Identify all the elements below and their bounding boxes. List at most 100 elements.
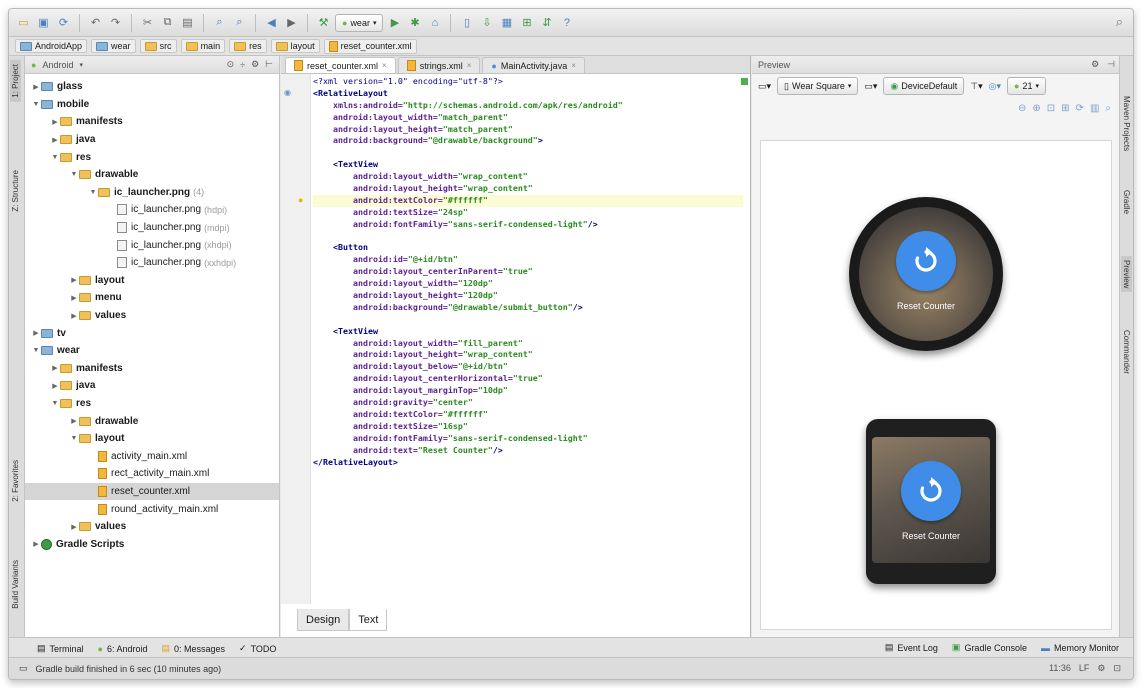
back-icon[interactable]: ◀ <box>263 14 280 31</box>
caret-position[interactable]: 11:36 <box>1049 663 1071 674</box>
close-icon[interactable]: × <box>571 61 576 70</box>
tree-item[interactable]: ▶ java <box>25 377 279 395</box>
encoding-icon[interactable]: ⚙ <box>1097 663 1105 674</box>
gradle-console-tool-button[interactable]: ▣ Gradle Console <box>952 642 1027 653</box>
tree-item[interactable]: activity_main.xml <box>25 447 279 465</box>
editor-tab[interactable]: reset_counter.xml × <box>285 57 396 73</box>
maven-projects-tool-tab[interactable]: Maven Projects <box>1121 92 1132 155</box>
avd-manager-icon[interactable]: ▯ <box>458 14 475 31</box>
expand-arrow-icon[interactable]: ▼ <box>50 154 60 161</box>
undo-icon[interactable]: ↶ <box>87 14 104 31</box>
build-variants-tool-tab[interactable]: Build Variants <box>10 556 21 613</box>
tree-item[interactable]: ▼ res <box>25 148 279 166</box>
forward-icon[interactable]: ▶ <box>283 14 300 31</box>
memory-monitor-tool-button[interactable]: ▬ Memory Monitor <box>1041 642 1119 653</box>
open-folder-icon[interactable]: ▭ <box>15 14 32 31</box>
project-structure-icon[interactable]: ▦ <box>498 14 515 31</box>
expand-arrow-icon[interactable]: ▼ <box>88 189 98 196</box>
tree-item[interactable]: ▼ drawable <box>25 166 279 184</box>
sync-scroll-icon[interactable]: ⊙ <box>227 59 235 70</box>
sdk-manager-icon[interactable]: ⇩ <box>478 14 495 31</box>
search-everywhere-icon[interactable]: ⌕ <box>1116 14 1123 30</box>
structure-tool-tab[interactable]: Z: Structure <box>10 166 21 216</box>
expand-arrow-icon[interactable]: ▼ <box>31 101 41 108</box>
breadcrumb-item[interactable]: layout <box>270 39 320 53</box>
tree-item[interactable]: ▼ res <box>25 395 279 413</box>
activity-icon[interactable]: ⊤▾ <box>970 81 982 92</box>
tree-item[interactable]: ▶ Gradle Scripts <box>25 535 279 553</box>
tree-item[interactable]: ic_launcher.png (xxhdpi) <box>25 254 279 272</box>
refresh-icon[interactable]: ⟳ <box>1076 103 1084 114</box>
tree-item[interactable]: reset_counter.xml <box>25 482 279 501</box>
close-icon[interactable]: × <box>382 61 387 70</box>
breadcrumb-item[interactable]: main <box>180 39 226 53</box>
tree-item[interactable]: ▼ ic_launcher.png (4) <box>25 184 279 202</box>
collapse-arrow-icon[interactable]: ▶ <box>31 83 41 91</box>
tree-item[interactable]: ▶ values <box>25 518 279 536</box>
gradle-tool-tab[interactable]: Gradle <box>1121 186 1132 218</box>
settings-icon[interactable]: ⚙ <box>1091 59 1099 70</box>
redo-icon[interactable]: ↷ <box>107 14 124 31</box>
debug-icon[interactable]: ✱ <box>406 14 423 31</box>
tree-item[interactable]: ▼ wear <box>25 342 279 360</box>
collapse-arrow-icon[interactable]: ▶ <box>69 523 79 531</box>
breadcrumb-item[interactable]: wear <box>91 39 136 53</box>
preview-tool-tab[interactable]: Preview <box>1121 256 1132 293</box>
tree-item[interactable]: ▶ drawable <box>25 412 279 430</box>
zoom-in-icon[interactable]: ⊕ <box>1032 103 1040 114</box>
find-icon[interactable]: ⌕ <box>211 14 228 31</box>
copy-icon[interactable]: ⧉ <box>159 14 176 31</box>
tree-item[interactable]: ▶ values <box>25 307 279 325</box>
tree-item[interactable]: ic_launcher.png (mdpi) <box>25 219 279 237</box>
layout-icon[interactable]: ▥ <box>1090 103 1099 114</box>
breadcrumb-item[interactable]: res <box>229 39 267 53</box>
favorites-tool-tab[interactable]: 2: Favorites <box>10 456 21 506</box>
breadcrumb-item[interactable]: src <box>139 39 177 53</box>
collapse-all-icon[interactable]: ÷ <box>240 60 245 70</box>
collapse-arrow-icon[interactable]: ▶ <box>31 540 41 548</box>
editor-tab[interactable]: strings.xml × <box>397 57 481 73</box>
run-icon[interactable]: ▶ <box>386 14 403 31</box>
terminal-tool-button[interactable]: ▤ Terminal <box>37 643 84 654</box>
code-area[interactable]: <?xml version="1.0" encoding="utf-8"?> <R… <box>313 76 743 468</box>
hide-panel-icon[interactable]: ⊢ <box>265 59 273 70</box>
collapse-arrow-icon[interactable]: ▶ <box>69 417 79 425</box>
breadcrumb-item[interactable]: AndroidApp <box>15 39 88 53</box>
expand-arrow-icon[interactable]: ▼ <box>69 171 79 178</box>
tree-item[interactable]: ▶ glass <box>25 78 279 96</box>
help-icon[interactable]: ? <box>558 14 575 31</box>
config-icon[interactable]: ▭▾ <box>758 81 771 92</box>
gradle-sync-icon[interactable]: ⇵ <box>538 14 555 31</box>
commander-tool-tab[interactable]: Commander <box>1121 326 1132 378</box>
lock-icon[interactable]: ⊡ <box>1113 663 1121 674</box>
expand-arrow-icon[interactable]: ▼ <box>31 347 41 354</box>
tree-item[interactable]: ▶ manifests <box>25 360 279 378</box>
collapse-arrow-icon[interactable]: ▶ <box>50 118 60 126</box>
device-select[interactable]: ▯ Wear Square ▾ <box>777 77 859 95</box>
zoom-fit-icon[interactable]: ⊡ <box>1047 103 1055 114</box>
tab-design[interactable]: Design <box>297 609 350 631</box>
zoom-out-icon[interactable]: ⊖ <box>1018 103 1026 114</box>
event-log-tool-button[interactable]: ▤ Event Log <box>885 642 938 653</box>
expand-arrow-icon[interactable]: ▼ <box>50 400 60 407</box>
api-level-select[interactable]: ● 21 ▾ <box>1007 77 1046 95</box>
tree-item[interactable]: ic_launcher.png (xhdpi) <box>25 236 279 254</box>
tree-item[interactable]: ▶ layout <box>25 272 279 290</box>
tree-item[interactable]: ic_launcher.png (hdpi) <box>25 201 279 219</box>
lightbulb-icon[interactable]: ● <box>298 195 303 205</box>
collapse-arrow-icon[interactable]: ▶ <box>50 364 60 372</box>
locale-icon[interactable]: ◎▾ <box>989 81 1001 92</box>
tree-item[interactable]: round_activity_main.xml <box>25 500 279 518</box>
monitor-icon[interactable]: ⊞ <box>518 14 535 31</box>
zoom-actual-icon[interactable]: ⊞ <box>1061 103 1069 114</box>
tree-item[interactable]: rect_activity_main.xml <box>25 465 279 483</box>
editor-tab[interactable]: ● MainActivity.java × <box>482 57 585 73</box>
todo-tool-button[interactable]: ✓ TODO <box>239 643 276 654</box>
breadcrumb-item[interactable]: reset_counter.xml <box>323 38 417 54</box>
collapse-arrow-icon[interactable]: ▶ <box>50 382 60 390</box>
messages-tool-button[interactable]: ▤ 0: Messages <box>162 643 226 654</box>
tree-item[interactable]: ▶ menu <box>25 289 279 307</box>
status-toggle-icon[interactable]: ▭ <box>19 663 28 674</box>
line-separator[interactable]: LF <box>1079 663 1090 674</box>
tree-item[interactable]: ▶ tv <box>25 324 279 342</box>
